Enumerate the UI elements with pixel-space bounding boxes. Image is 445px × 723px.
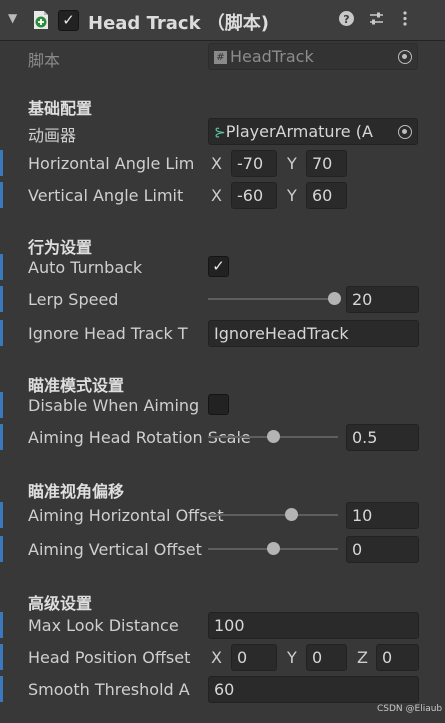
lerp-speed-slider-track[interactable]: [208, 298, 338, 300]
help-icon[interactable]: ?: [338, 10, 355, 31]
aim-v-offset-label: Aiming Vertical Offset: [28, 540, 202, 559]
aim-h-offset-label: Aiming Horizontal Offset: [28, 506, 224, 525]
head-position-offset-x-input[interactable]: 0: [231, 644, 277, 671]
script-picker-icon[interactable]: [398, 50, 412, 64]
aim-h-offset-slider-track[interactable]: [208, 514, 338, 516]
vertical-limit-y-input[interactable]: 60: [306, 182, 347, 209]
animator-field[interactable]: ⊱PlayerArmature (A: [208, 118, 418, 145]
script-file-icon: #: [214, 51, 227, 64]
override-bar: [0, 392, 3, 418]
foldout-arrow-icon[interactable]: ▼: [8, 11, 17, 25]
override-bar: [0, 612, 3, 638]
override-bar: [0, 502, 3, 528]
animator-label: 动画器: [28, 126, 77, 145]
aim-v-offset-slider-handle[interactable]: [266, 542, 280, 555]
head-position-offset-z-label: Z: [357, 648, 368, 667]
smooth-threshold-input[interactable]: 60: [208, 676, 419, 703]
override-bar: [0, 182, 3, 208]
vertical-limit-label: Vertical Angle Limit: [28, 186, 184, 205]
horizontal-limit-y-label: Y: [287, 154, 297, 173]
horizontal-limit-y-input[interactable]: 70: [306, 150, 347, 177]
watermark: CSDN @Eliaub: [377, 704, 443, 714]
section-aim-offset-title: 瞄准视角偏移: [28, 482, 125, 501]
section-basic-title: 基础配置: [28, 99, 93, 118]
ignore-tag-label: Ignore Head Track T: [28, 324, 188, 343]
lerp-speed-input[interactable]: 20: [346, 286, 419, 313]
section-aim-mode-title: 瞄准模式设置: [28, 376, 125, 395]
aim-v-offset-input[interactable]: 0: [346, 536, 419, 563]
aim-h-offset-slider-handle[interactable]: [284, 508, 298, 521]
presets-icon[interactable]: [368, 10, 385, 31]
section-advanced-title: 高级设置: [28, 594, 93, 613]
vertical-limit-y-label: Y: [287, 186, 297, 205]
script-label: 脚本: [28, 51, 61, 70]
script-value: HeadTrack: [230, 47, 314, 66]
script-component-icon: [34, 11, 48, 29]
horizontal-limit-label: Horizontal Angle Lim: [28, 154, 195, 173]
lerp-speed-label: Lerp Speed: [28, 290, 119, 309]
override-bar: [0, 424, 3, 450]
override-bar: [0, 676, 3, 702]
animator-picker-icon[interactable]: [398, 125, 412, 139]
animator-icon: ⊱: [214, 125, 226, 141]
override-bar: [0, 644, 3, 670]
kebab-menu-icon[interactable]: [400, 10, 410, 31]
head-position-offset-y-label: Y: [287, 648, 297, 667]
aim-h-offset-input[interactable]: 10: [346, 502, 419, 529]
override-bar: [0, 150, 3, 176]
vertical-limit-x-input[interactable]: -60: [231, 182, 277, 209]
aim-rotation-scale-input[interactable]: 0.5: [346, 424, 419, 451]
smooth-threshold-label: Smooth Threshold A: [28, 680, 190, 699]
aim-rotation-scale-slider-handle[interactable]: [266, 430, 280, 443]
ignore-tag-input[interactable]: IgnoreHeadTrack: [208, 320, 419, 347]
head-position-offset-z-input[interactable]: 0: [376, 644, 419, 671]
section-behavior-title: 行为设置: [28, 238, 93, 257]
vertical-limit-x-label: X: [211, 186, 222, 205]
component-header: ▼ ✓ Head Track （脚本) ?: [0, 0, 445, 41]
head-position-offset-y-input[interactable]: 0: [306, 644, 347, 671]
horizontal-limit-x-label: X: [211, 154, 222, 173]
svg-text:?: ?: [343, 13, 349, 26]
head-position-offset-label: Head Position Offset: [28, 648, 191, 667]
auto-turnback-checkbox[interactable]: ✓: [208, 256, 229, 277]
max-look-distance-input[interactable]: 100: [208, 612, 419, 639]
script-field[interactable]: # HeadTrack: [208, 43, 418, 70]
override-bar: [0, 286, 3, 312]
component-title: Head Track （脚本): [88, 13, 270, 34]
component-enabled-checkbox[interactable]: ✓: [58, 10, 79, 31]
override-bar: [0, 254, 3, 280]
lerp-speed-slider-handle[interactable]: [327, 292, 341, 305]
horizontal-limit-x-input[interactable]: -70: [231, 150, 277, 177]
disable-when-aiming-label: Disable When Aiming: [28, 396, 200, 415]
disable-when-aiming-checkbox[interactable]: [208, 394, 229, 415]
auto-turnback-label: Auto Turnback: [28, 258, 143, 277]
max-look-distance-label: Max Look Distance: [28, 616, 179, 635]
animator-value: PlayerArmature (A: [225, 122, 373, 141]
override-bar: [0, 536, 3, 562]
head-position-offset-x-label: X: [211, 648, 222, 667]
override-bar: [0, 320, 3, 346]
